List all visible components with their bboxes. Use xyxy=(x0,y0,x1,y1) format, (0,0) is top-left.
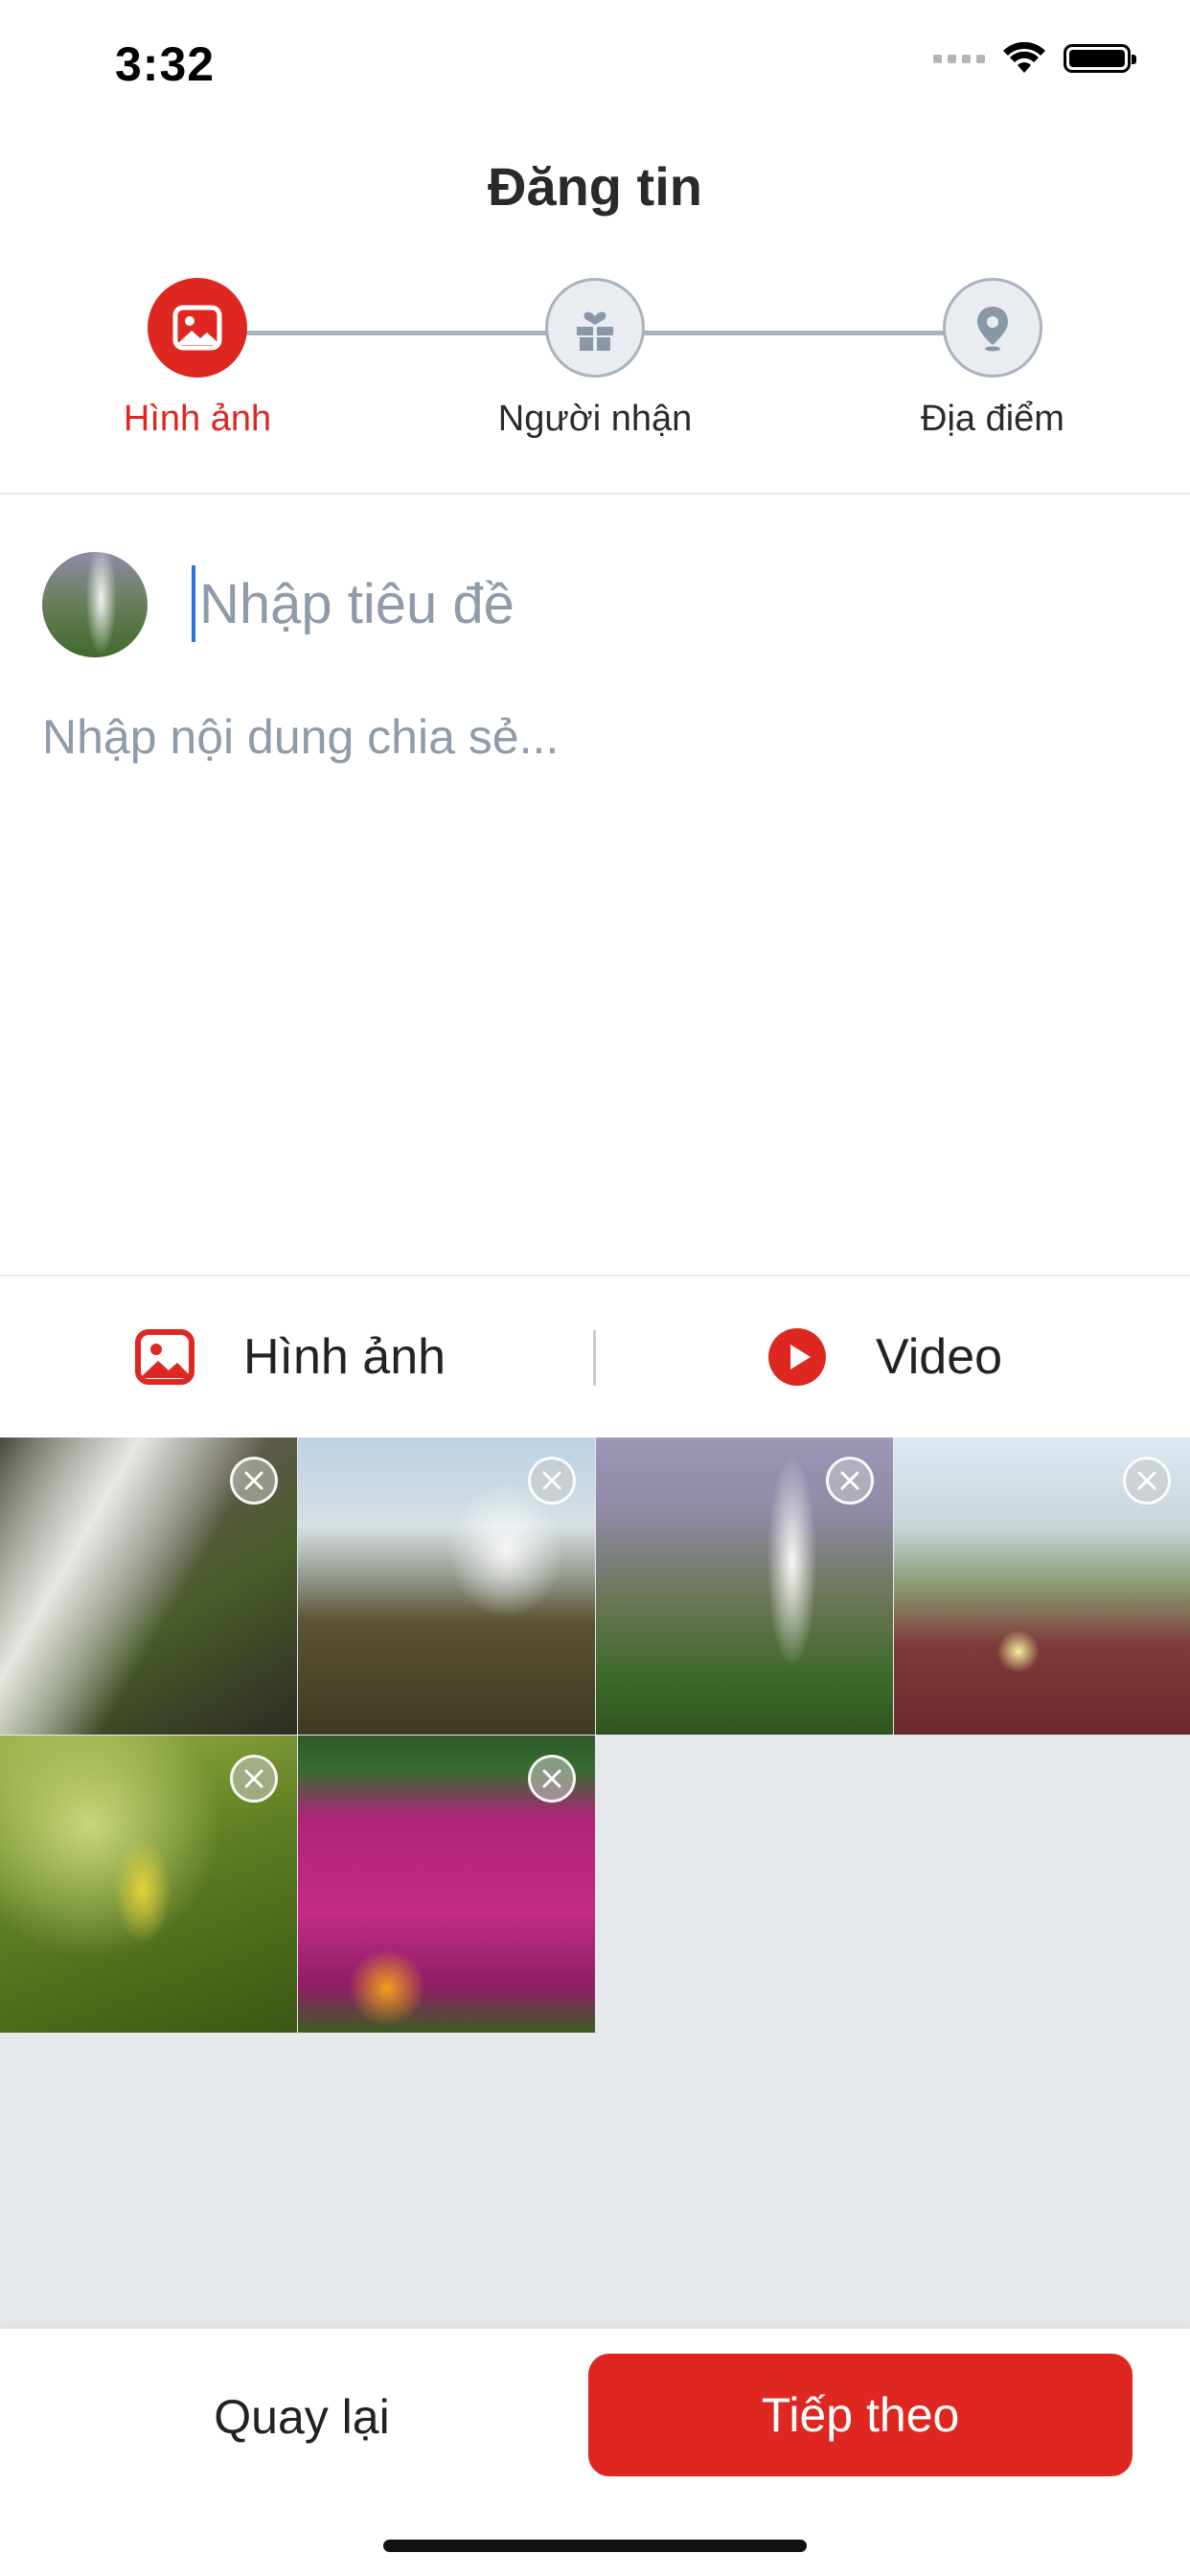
step-label: Địa điểm xyxy=(921,399,1064,439)
tab-images[interactable]: Hình ảnh xyxy=(134,1276,446,1438)
close-icon xyxy=(1137,1471,1156,1490)
gift-box-icon xyxy=(545,278,645,378)
status-time: 3:32 xyxy=(115,37,216,91)
close-icon xyxy=(244,1769,263,1788)
progress-stepper: Hình ảnh Người nhận Địa điểm xyxy=(0,278,1190,450)
media-tabs: Hình ảnh Video xyxy=(0,1276,1190,1438)
location-pin-icon xyxy=(943,278,1042,378)
tab-label: Video xyxy=(876,1329,1003,1385)
photo-thumbnail[interactable] xyxy=(894,1438,1190,1735)
remove-photo-button[interactable] xyxy=(826,1457,874,1505)
tab-label: Hình ảnh xyxy=(243,1329,446,1385)
page-title: Đăng tin xyxy=(488,156,702,217)
back-button[interactable]: Quay lại xyxy=(86,2356,517,2478)
step-label: Hình ảnh xyxy=(123,399,272,439)
step-label: Người nhận xyxy=(497,399,693,439)
home-indicator xyxy=(383,2540,807,2552)
next-button[interactable]: Tiếp theo xyxy=(588,2354,1133,2476)
title-input[interactable] xyxy=(192,565,1138,642)
remove-photo-button[interactable] xyxy=(528,1755,576,1803)
photo-grid xyxy=(0,1438,1190,2329)
photo-thumbnail[interactable] xyxy=(0,1736,297,2033)
close-icon xyxy=(840,1471,859,1490)
step-location[interactable]: Địa điểm xyxy=(849,278,1136,440)
content-textarea[interactable] xyxy=(42,709,1144,1246)
tab-separator xyxy=(593,1330,596,1386)
close-icon xyxy=(542,1471,561,1490)
image-icon xyxy=(148,278,247,378)
battery-icon xyxy=(1064,44,1136,73)
close-icon xyxy=(542,1769,561,1788)
wifi-icon xyxy=(1003,42,1045,73)
image-icon xyxy=(135,1329,195,1385)
photo-thumbnail[interactable] xyxy=(0,1438,297,1735)
close-icon xyxy=(244,1471,263,1490)
remove-photo-button[interactable] xyxy=(1123,1457,1171,1505)
step-images[interactable]: Hình ảnh xyxy=(54,278,341,440)
status-bar: 3:32 xyxy=(0,0,1190,134)
step-recipient[interactable]: Người nhận xyxy=(451,278,739,440)
tab-video[interactable]: Video xyxy=(767,1276,1002,1438)
photo-thumbnail[interactable] xyxy=(298,1438,595,1735)
photo-thumbnail[interactable] xyxy=(596,1438,893,1735)
photo-thumbnail[interactable] xyxy=(298,1736,595,2033)
remove-photo-button[interactable] xyxy=(528,1457,576,1505)
divider xyxy=(0,493,1190,494)
avatar xyxy=(42,552,148,657)
remove-photo-button[interactable] xyxy=(230,1457,278,1505)
signal-icon xyxy=(933,54,985,63)
remove-photo-button[interactable] xyxy=(230,1755,278,1803)
status-indicators xyxy=(933,42,1136,75)
play-circle-icon xyxy=(768,1328,826,1386)
